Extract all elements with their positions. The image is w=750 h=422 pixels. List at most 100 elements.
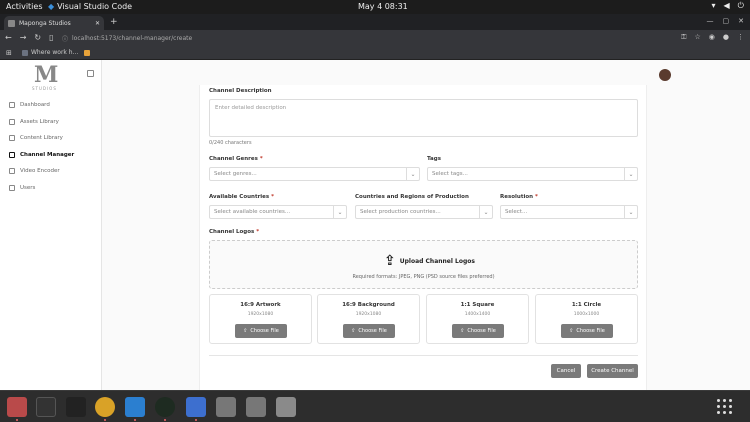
window-controls: — ▢ ✕ — [707, 17, 745, 25]
library-icon — [9, 135, 15, 142]
text-editor-app-icon[interactable] — [186, 397, 206, 417]
sidebar-toggle-icon[interactable] — [87, 70, 94, 77]
production-label: Countries and Regions of Production — [355, 194, 469, 200]
calendar-app-icon[interactable] — [7, 397, 27, 417]
browser-tab[interactable]: Maponga Studios ✕ — [4, 16, 104, 30]
user-icon — [9, 184, 15, 191]
logo-card-square: 1:1 Square 1400x1400 ⇧ Choose File — [426, 294, 529, 344]
choose-file-button[interactable]: ⇧ Choose File — [235, 324, 287, 338]
reload-icon[interactable]: ↻ — [34, 33, 41, 42]
upload-icon: ⇪ — [384, 253, 396, 269]
countries-label: Available Countries * — [209, 194, 274, 200]
production-select[interactable]: Select production countries... ⌄ — [355, 205, 493, 219]
sidebar-item-content-library[interactable]: Content Library — [0, 130, 102, 147]
sidebar-item-channel-manager[interactable]: Channel Manager — [0, 147, 102, 164]
chevron-down-icon: ⌄ — [406, 168, 419, 180]
power-icon: ⏻ — [737, 1, 744, 10]
tags-select[interactable]: Select tags... ⌄ — [427, 167, 638, 181]
site-info-icon[interactable]: ⓘ — [62, 34, 68, 43]
create-channel-form: Channel Description Enter detailed descr… — [199, 85, 647, 390]
bookmark-favicon-icon[interactable] — [84, 50, 90, 56]
description-label: Channel Description — [209, 88, 272, 94]
maximize-button[interactable]: ▢ — [723, 17, 730, 25]
show-apps-icon[interactable] — [717, 399, 732, 414]
choose-file-button[interactable]: ⇧ Choose File — [561, 324, 613, 338]
logo-card-artwork: 16:9 Artwork 1920x1080 ⇧ Choose File — [209, 294, 312, 344]
tags-label: Tags — [427, 156, 441, 162]
active-app-menu[interactable]: ◆ Visual Studio Code — [48, 2, 132, 11]
cube-app-icon[interactable] — [66, 397, 86, 417]
folder-icon — [9, 118, 15, 125]
video-icon — [9, 168, 15, 175]
vscode-app-icon[interactable] — [125, 397, 145, 417]
sidebar-item-video-encoder[interactable]: Video Encoder — [0, 163, 102, 180]
menu-icon[interactable]: ⋮ — [737, 33, 744, 42]
logo-dropzone[interactable]: ⇪ Upload Channel Logos Required formats: … — [209, 240, 638, 289]
web-page: M STUDIOS Dashboard Assets Library Conten… — [0, 60, 750, 390]
character-count: 0/240 characters — [209, 140, 252, 146]
create-channel-button[interactable]: Create Channel — [587, 364, 638, 378]
upload-icon: ⇧ — [460, 328, 465, 334]
split-icon[interactable]: ▯ — [49, 33, 53, 42]
genres-select[interactable]: Select genres... ⌄ — [209, 167, 420, 181]
bookmark-star-icon[interactable]: ☆ — [695, 33, 701, 42]
bookmark-item[interactable]: Where work h... — [22, 49, 78, 56]
description-textarea[interactable]: Enter detailed description — [209, 99, 638, 137]
chevron-down-icon: ⌄ — [624, 206, 637, 218]
trash-app-icon[interactable] — [276, 397, 296, 417]
grid-icon — [9, 102, 15, 109]
logo-card-background: 16:9 Background 1920x1080 ⇧ Choose File — [317, 294, 420, 344]
sidebar: M STUDIOS Dashboard Assets Library Conten… — [0, 60, 102, 390]
choose-file-button[interactable]: ⇧ Choose File — [343, 324, 395, 338]
genres-label: Channel Genres * — [209, 156, 263, 162]
bookmarks-bar: ⊞ Where work h... — [0, 46, 750, 60]
activities-button[interactable]: Activities — [6, 2, 43, 11]
resolution-label: Resolution * — [500, 194, 538, 200]
system-top-bar: Activities ◆ Visual Studio Code May 4 08:… — [0, 0, 750, 14]
tab-strip: Maponga Studios ✕ + — ▢ ✕ — [0, 14, 750, 30]
back-icon[interactable]: ← — [5, 33, 12, 42]
countries-select[interactable]: Select available countries... ⌄ — [209, 205, 347, 219]
profile-icon[interactable]: ● — [723, 33, 729, 42]
extension-icon[interactable]: ◉ — [709, 33, 715, 42]
document-app-icon[interactable] — [246, 397, 266, 417]
close-tab-icon[interactable]: ✕ — [95, 20, 100, 27]
dock — [0, 390, 750, 422]
form-divider — [209, 355, 638, 356]
sidebar-item-dashboard[interactable]: Dashboard — [0, 97, 102, 114]
cancel-button[interactable]: Cancel — [551, 364, 581, 378]
chevron-down-icon: ⌄ — [479, 206, 492, 218]
close-window-button[interactable]: ✕ — [738, 17, 744, 25]
logos-label: Channel Logos * — [209, 229, 260, 235]
avatar[interactable] — [659, 69, 671, 81]
site-favicon-icon — [8, 19, 15, 27]
terminal-app-icon[interactable] — [36, 397, 56, 417]
sidebar-item-assets-library[interactable]: Assets Library — [0, 114, 102, 131]
mongodb-app-icon[interactable] — [155, 397, 175, 417]
password-key-icon[interactable]: ⚿ — [681, 33, 686, 42]
resolution-select[interactable]: Select... ⌄ — [500, 205, 638, 219]
minimize-button[interactable]: — — [707, 17, 714, 25]
studio-logo[interactable]: M STUDIOS — [32, 62, 64, 91]
address-bar-row: ← → ↻ ▯ ⓘ localhost:5173/channel-manager/cre… — [0, 30, 750, 46]
system-tray[interactable]: ▾ ◀ ⏻ — [712, 1, 745, 11]
files-app-icon[interactable] — [216, 397, 236, 417]
network-icon: ▾ — [711, 1, 716, 10]
chrome-app-icon[interactable] — [95, 397, 115, 417]
logo-card-circle: 1:1 Circle 1000x1000 ⇧ Choose File — [535, 294, 638, 344]
vscode-icon: ◆ — [48, 2, 55, 11]
sidebar-nav: Dashboard Assets Library Content Library… — [0, 97, 102, 196]
sidebar-item-users[interactable]: Users — [0, 180, 102, 197]
tv-icon — [9, 151, 15, 158]
clock[interactable]: May 4 08:31 — [358, 2, 408, 11]
upload-icon: ⇧ — [569, 328, 574, 334]
upload-icon: ⇧ — [351, 328, 356, 334]
forward-icon[interactable]: → — [20, 33, 27, 42]
chevron-down-icon: ⌄ — [333, 206, 346, 218]
url-field[interactable]: ⓘ localhost:5173/channel-manager/create — [62, 33, 702, 44]
new-tab-button[interactable]: + — [110, 17, 118, 27]
chevron-down-icon: ⌄ — [624, 168, 637, 180]
choose-file-button[interactable]: ⇧ Choose File — [452, 324, 504, 338]
apps-grid-icon[interactable]: ⊞ — [6, 49, 12, 57]
upload-requirements: Required formats: JPEG, PNG (PSD source … — [352, 274, 495, 280]
